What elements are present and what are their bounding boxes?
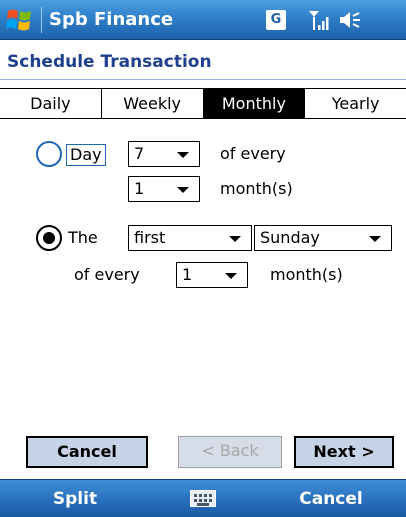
- tab-monthly[interactable]: Monthly: [203, 89, 306, 118]
- chevron-down-icon: [229, 236, 241, 242]
- cancel-softkey[interactable]: Cancel: [256, 480, 406, 517]
- day-months-text: month(s): [220, 179, 293, 198]
- chevron-down-icon: [177, 187, 189, 193]
- day-interval-value: 1: [134, 179, 145, 198]
- ordinal-select[interactable]: first: [128, 225, 252, 251]
- the-interval-select[interactable]: 1: [176, 262, 248, 288]
- frequency-tabs: Daily Weekly Monthly Yearly: [0, 88, 406, 119]
- split-softkey[interactable]: Split: [0, 480, 150, 517]
- app-title: Spb Finance: [49, 9, 174, 30]
- next-button[interactable]: Next >: [294, 436, 394, 468]
- tab-daily[interactable]: Daily: [0, 89, 102, 118]
- screen: Spb Finance G Schedule Transaction Daily…: [0, 0, 406, 517]
- title-bar: Spb Finance G: [0, 0, 406, 40]
- day-of-every-text: of every: [220, 144, 286, 163]
- the-option-radio[interactable]: [36, 225, 62, 251]
- tab-weekly[interactable]: Weekly: [101, 89, 204, 118]
- weekday-value: Sunday: [260, 228, 320, 247]
- day-interval-select[interactable]: 1: [128, 176, 200, 202]
- softkey-bar: Split Cancel: [0, 479, 406, 517]
- chevron-down-icon: [369, 236, 381, 242]
- connection-badge-icon[interactable]: G: [266, 10, 286, 30]
- windows-flag-icon[interactable]: [6, 7, 34, 33]
- the-option-label[interactable]: The: [68, 228, 98, 248]
- the-of-every-text: of every: [74, 265, 140, 284]
- day-number-value: 7: [134, 144, 145, 163]
- chevron-down-icon: [177, 152, 189, 158]
- weekday-select[interactable]: Sunday: [254, 225, 392, 251]
- day-number-select[interactable]: 7: [128, 141, 200, 167]
- ordinal-value: first: [134, 228, 166, 247]
- keyboard-icon[interactable]: [190, 490, 216, 507]
- back-button[interactable]: < Back: [178, 436, 282, 468]
- signal-icon[interactable]: [307, 8, 331, 32]
- page-title: Schedule Transaction: [0, 44, 406, 80]
- chevron-down-icon: [225, 273, 237, 279]
- day-option-label[interactable]: Day: [66, 144, 106, 166]
- the-interval-value: 1: [182, 265, 193, 284]
- title-separator: [41, 7, 42, 33]
- day-option-radio[interactable]: [36, 141, 62, 167]
- tab-yearly[interactable]: Yearly: [305, 89, 406, 118]
- the-months-text: month(s): [270, 265, 343, 284]
- cancel-button[interactable]: Cancel: [26, 436, 148, 468]
- volume-icon[interactable]: [338, 9, 362, 31]
